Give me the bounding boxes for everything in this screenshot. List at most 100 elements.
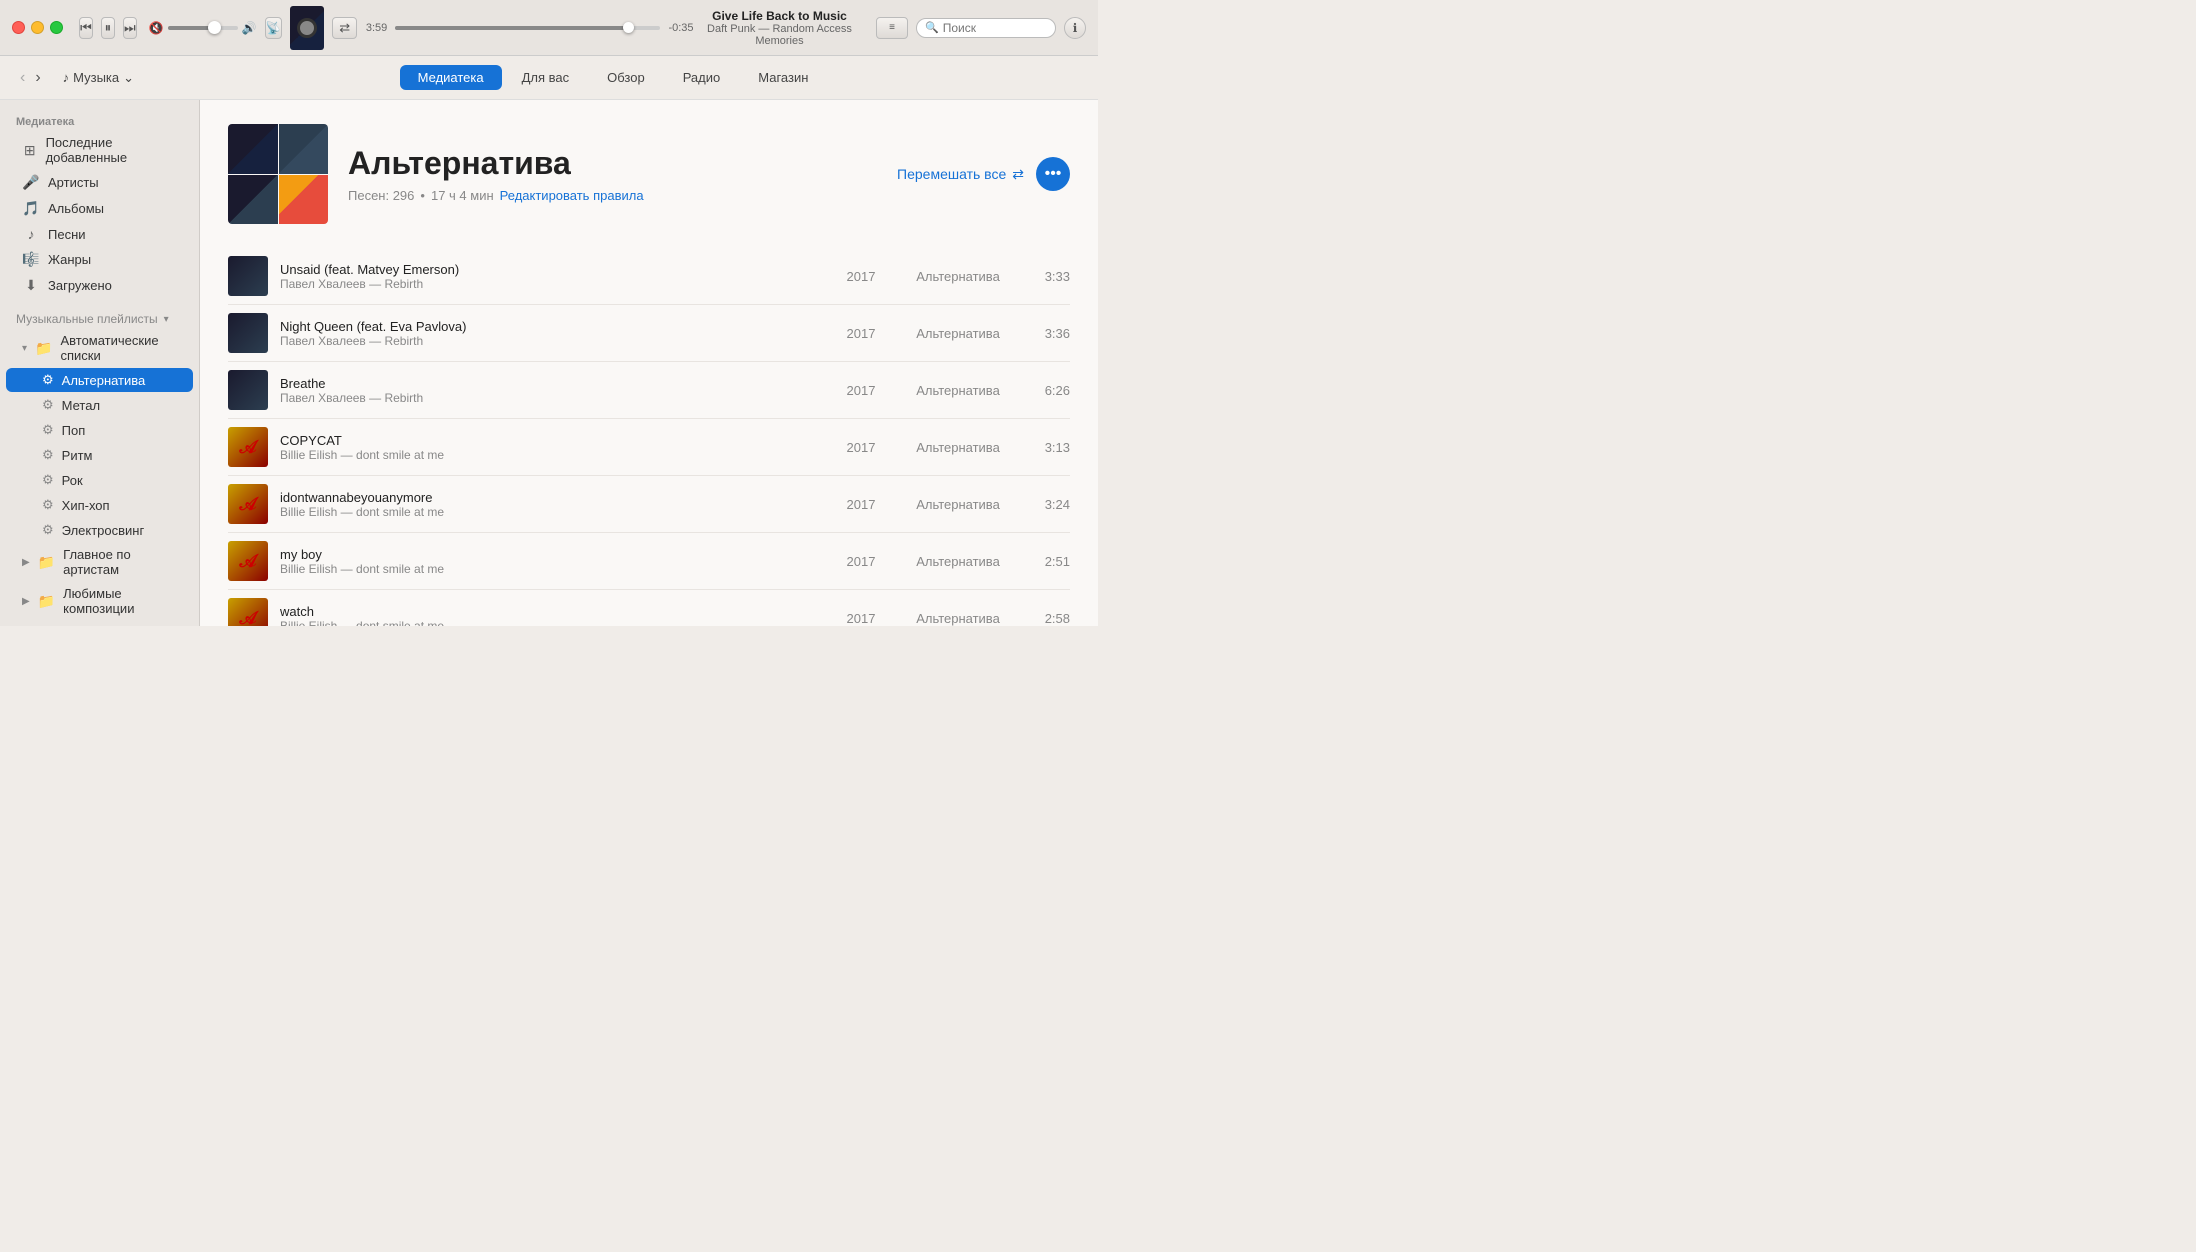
song-row[interactable]: Unsaid (feat. Matvey Emerson) Павел Хвал…: [228, 248, 1070, 305]
sidebar-item-recent[interactable]: ⊞ Последние добавленные: [6, 131, 193, 169]
shuffle-all-label: Перемешать все: [897, 166, 1006, 182]
gear-icon-rock: ⚙: [42, 472, 54, 488]
playlist-item-alternativa[interactable]: ⚙ Альтернатива: [6, 368, 193, 392]
sidebar-item-songs[interactable]: ♪ Песни: [6, 222, 193, 246]
song-info: COPYCAT Billie Eilish — dont smile at me: [280, 433, 824, 462]
song-row[interactable]: Night Queen (feat. Eva Pavlova) Павел Хв…: [228, 305, 1070, 362]
favorites-folder[interactable]: ▶ 📁 Любимые композиции: [6, 582, 193, 620]
search-input[interactable]: [943, 21, 1047, 35]
gear-icon-electroswing: ⚙: [42, 522, 54, 538]
music-source-button[interactable]: ♪ Музыка ⌄: [57, 68, 140, 88]
playlist-label-hiphop: Хип-хоп: [62, 498, 110, 513]
rewind-button[interactable]: ⏮: [79, 17, 93, 39]
folder-icon: 📁: [35, 340, 52, 357]
song-info: Unsaid (feat. Matvey Emerson) Павел Хвал…: [280, 262, 824, 291]
unnamed-folder[interactable]: 📁 Папка без названия: [6, 621, 193, 626]
song-year: 2017: [836, 326, 886, 341]
song-info: Night Queen (feat. Eva Pavlova) Павел Хв…: [280, 319, 824, 348]
fast-forward-button[interactable]: ⏭: [123, 17, 137, 39]
back-button[interactable]: ‹: [16, 69, 29, 87]
song-year: 2017: [836, 269, 886, 284]
by-artists-label: Главное по артистам: [63, 547, 177, 577]
tab-browse[interactable]: Обзор: [589, 65, 663, 90]
song-title: Night Queen (feat. Eva Pavlova): [280, 319, 824, 334]
music-icon: ♪: [63, 70, 70, 85]
song-row[interactable]: 𝒜 my boy Billie Eilish — dont smile at m…: [228, 533, 1070, 590]
tab-foryou[interactable]: Для вас: [504, 65, 588, 90]
song-genre: Альтернатива: [898, 383, 1018, 398]
song-artist: Billie Eilish — dont smile at me: [280, 562, 824, 576]
songs-count: Песен: 296: [348, 188, 414, 203]
list-view-button[interactable]: ≡: [876, 17, 908, 39]
song-duration: 3:36: [1030, 326, 1070, 341]
airplay-button[interactable]: 📡: [265, 17, 282, 39]
song-artist: Павел Хвалеев — Rebirth: [280, 277, 824, 291]
song-info: idontwannabeyouanymore Billie Eilish — d…: [280, 490, 824, 519]
volume-slider[interactable]: [168, 26, 238, 30]
song-row[interactable]: 𝒜 COPYCAT Billie Eilish — dont smile at …: [228, 419, 1070, 476]
song-row[interactable]: 𝒜 idontwannabeyouanymore Billie Eilish —…: [228, 476, 1070, 533]
track-artist: Daft Punk — Random Access Memories: [703, 23, 856, 47]
shuffle-all-button[interactable]: Перемешать все ⇄: [897, 166, 1024, 183]
folder-icon-fav: 📁: [38, 593, 55, 610]
song-row[interactable]: 𝒜 watch Billie Eilish — dont smile at me…: [228, 590, 1070, 626]
auto-folder-label: Автоматические списки: [60, 333, 177, 363]
playlist-actions: Перемешать все ⇄ •••: [897, 157, 1070, 191]
song-thumb: [228, 370, 268, 410]
play-pause-button[interactable]: ⏸: [101, 17, 115, 39]
song-title: Unsaid (feat. Matvey Emerson): [280, 262, 824, 277]
info-button[interactable]: ℹ: [1064, 17, 1086, 39]
folder-icon-unnamed: 📁: [30, 625, 47, 626]
maximize-button[interactable]: [50, 21, 63, 34]
favorites-label: Любимые композиции: [63, 586, 177, 616]
sidebar-item-genres[interactable]: 🎼 Жанры: [6, 247, 193, 272]
genres-icon: 🎼: [22, 251, 40, 268]
recent-icon: ⊞: [22, 142, 38, 159]
more-options-button[interactable]: •••: [1036, 157, 1070, 191]
song-thumb: 𝒜: [228, 427, 268, 467]
nav-tabs: Медиатека Для вас Обзор Радио Магазин: [400, 65, 827, 90]
playlist-item-pop[interactable]: ⚙ Поп: [6, 418, 193, 442]
close-button[interactable]: [12, 21, 25, 34]
auto-playlists-folder[interactable]: ▾ 📁 Автоматические списки: [6, 329, 193, 367]
song-title: watch: [280, 604, 824, 619]
playlists-section-header[interactable]: Музыкальные плейлисты ▾: [0, 306, 199, 328]
forward-button[interactable]: ›: [31, 69, 44, 87]
now-playing: ⇄ 3:59 -0:35 Give Life Back to Music Daf…: [290, 6, 856, 50]
by-artists-folder[interactable]: ▶ 📁 Главное по артистам: [6, 543, 193, 581]
playlist-item-rhythm[interactable]: ⚙ Ритм: [6, 443, 193, 467]
right-controls: ≡ 🔍 ℹ: [876, 17, 1086, 39]
song-duration: 6:26: [1030, 383, 1070, 398]
gear-icon-alternativa: ⚙: [42, 372, 54, 388]
tab-store[interactable]: Магазин: [740, 65, 826, 90]
playlist-header: Альтернатива Песен: 296 • 17 ч 4 мин Ред…: [228, 124, 1070, 224]
sidebar-item-artists[interactable]: 🎤 Артисты: [6, 170, 193, 195]
volume-max-icon: 🔊: [242, 21, 257, 35]
sidebar-item-label-genres: Жанры: [48, 252, 91, 267]
shuffle-button[interactable]: ⇄: [332, 17, 357, 39]
songs-icon: ♪: [22, 226, 40, 242]
song-artist: Павел Хвалеев — Rebirth: [280, 391, 824, 405]
song-row[interactable]: Breathe Павел Хвалеев — Rebirth 2017 Аль…: [228, 362, 1070, 419]
edit-rules-link[interactable]: Редактировать правила: [500, 188, 644, 203]
library-section-header: Медиатека: [0, 110, 199, 130]
time-elapsed: 3:59: [365, 22, 387, 34]
playlist-item-electroswing[interactable]: ⚙ Электросвинг: [6, 518, 193, 542]
tab-library[interactable]: Медиатека: [400, 65, 502, 90]
progress-bar[interactable]: [395, 26, 660, 30]
progress-fill: [395, 26, 626, 30]
minimize-button[interactable]: [31, 21, 44, 34]
sidebar-item-label-albums: Альбомы: [48, 201, 104, 216]
playlist-item-rock[interactable]: ⚙ Рок: [6, 468, 193, 492]
playlist-item-hiphop[interactable]: ⚙ Хип-хоп: [6, 493, 193, 517]
song-genre: Альтернатива: [898, 326, 1018, 341]
playlist-item-metal[interactable]: ⚙ Метал: [6, 393, 193, 417]
search-box: 🔍: [916, 18, 1056, 38]
track-title: Give Life Back to Music: [703, 9, 856, 23]
downloaded-icon: ⬇: [22, 277, 40, 294]
cover-quad-2: [279, 124, 329, 174]
main-content: Медиатека ⊞ Последние добавленные 🎤 Арти…: [0, 100, 1098, 626]
tab-radio[interactable]: Радио: [665, 65, 739, 90]
sidebar-item-albums[interactable]: 🎵 Альбомы: [6, 196, 193, 221]
sidebar-item-downloaded[interactable]: ⬇ Загружено: [6, 273, 193, 298]
